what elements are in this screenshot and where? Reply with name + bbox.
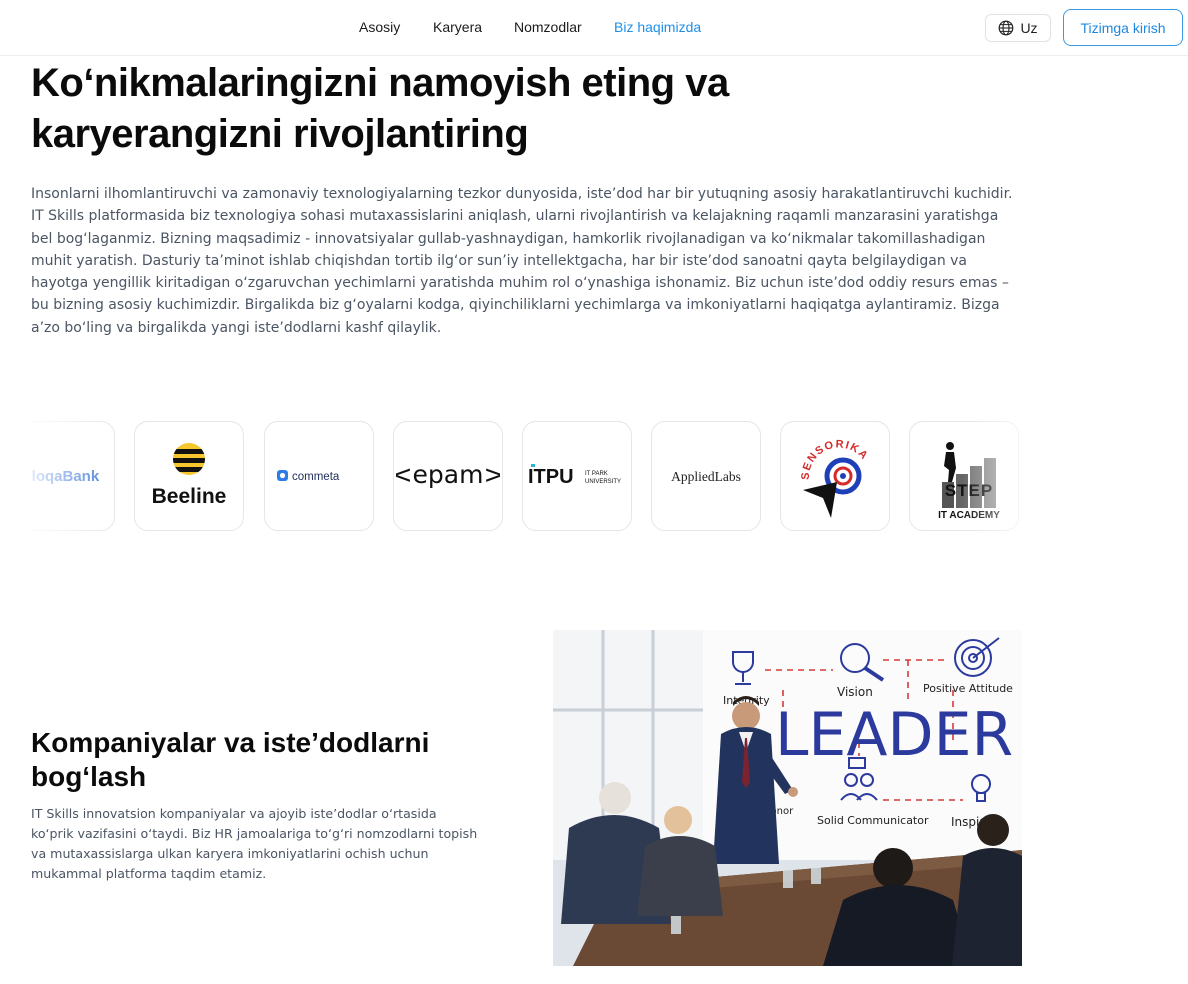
step-logo-text: STEP: [945, 481, 993, 500]
nav-link-biz-haqimizda[interactable]: Biz haqimizda: [614, 19, 701, 35]
epam-logo-text: <epam>: [396, 460, 500, 489]
commeta-logo: commeta: [277, 470, 340, 483]
section-title-line-2: bog‘lash: [31, 761, 147, 792]
partner-card-epam[interactable]: <epam>: [393, 421, 503, 531]
board-label-vision: Vision: [837, 685, 873, 699]
partner-card-beeline[interactable]: Beeline: [134, 421, 244, 531]
section-paragraph: IT Skills innovatsion kompaniyalar va aj…: [31, 806, 478, 881]
partner-card-appliedlabs[interactable]: AppliedLabs: [651, 421, 761, 531]
aloqabank-logo: AloqaBank: [31, 468, 100, 485]
section-title-line-1: Kompaniyalar va iste’dodlarni: [31, 727, 430, 758]
epam-logo: <epam>: [396, 460, 500, 489]
language-selector[interactable]: Uz: [985, 14, 1051, 42]
nav-link-asosiy[interactable]: Asosiy: [359, 19, 400, 35]
hero-paragraph: Insonlarni ilhomlantiruvchi va zamonaviy…: [31, 186, 1013, 336]
itpu-sub-2: UNIVERSITY: [585, 479, 621, 485]
language-label: Uz: [1020, 20, 1038, 36]
top-navigation-bar: Asosiy Karyera Nomzodlar Biz haqimizda U…: [0, 0, 1188, 56]
hero-title-line-2: karyerangizni rivojlantiring: [31, 112, 529, 156]
login-button[interactable]: Tizimga kirish: [1063, 9, 1183, 46]
nav-link-nomzodlar[interactable]: Nomzodlar: [514, 19, 582, 35]
board-label-solid-communicator: Solid Communicator: [817, 814, 929, 827]
itpu-logo-text: ITPU: [528, 466, 574, 488]
partner-card-itpu[interactable]: ITPU IT PARK UNIVERSITY: [522, 421, 632, 531]
section-title-connecting: Kompaniyalar va iste’dodlarni bog‘lash: [31, 726, 481, 794]
leadership-meeting-photo: LEADER Integrity Vision Positive Attitud…: [553, 630, 1022, 966]
leadership-photo-illustration: LEADER Integrity Vision Positive Attitud…: [553, 630, 1022, 966]
sensorika-logo: SENSORIKA: [800, 438, 869, 518]
appliedlabs-logo: AppliedLabs: [671, 469, 741, 484]
itpu-sub-1: IT PARK: [585, 471, 608, 477]
step-it-academy-logo: STEP IT ACADEMY: [938, 442, 1000, 521]
partner-card-aloqabank[interactable]: AloqaBank: [31, 421, 115, 531]
hero-title: Ko‘nikmalaringizni namoyish eting va kar…: [31, 58, 931, 160]
aloqabank-logo-text: AloqaBank: [31, 468, 100, 485]
itpu-logo: ITPU IT PARK UNIVERSITY: [528, 464, 621, 488]
step-logo-subtext: IT ACADEMY: [938, 510, 1000, 521]
beeline-logo: Beeline: [152, 443, 227, 508]
globe-icon: [999, 20, 1014, 36]
beeline-logo-text: Beeline: [152, 485, 227, 508]
hero-title-line-1: Ko‘nikmalaringizni namoyish eting va: [31, 61, 729, 105]
nav-link-karyera[interactable]: Karyera: [433, 19, 482, 35]
partner-card-commeta[interactable]: commeta: [264, 421, 374, 531]
partner-card-sensorika[interactable]: SENSORIKA: [780, 421, 890, 531]
commeta-logo-text: commeta: [292, 471, 340, 483]
leader-board-word: LEADER: [775, 700, 1013, 770]
appliedlabs-logo-text: AppliedLabs: [671, 469, 741, 484]
board-label-positive-attitude: Positive Attitude: [923, 682, 1013, 695]
partner-card-step-it-academy[interactable]: STEP IT ACADEMY: [909, 421, 1019, 531]
partner-logos-carousel: AloqaBank Beeline commeta <epam> ITPU: [31, 420, 1022, 532]
